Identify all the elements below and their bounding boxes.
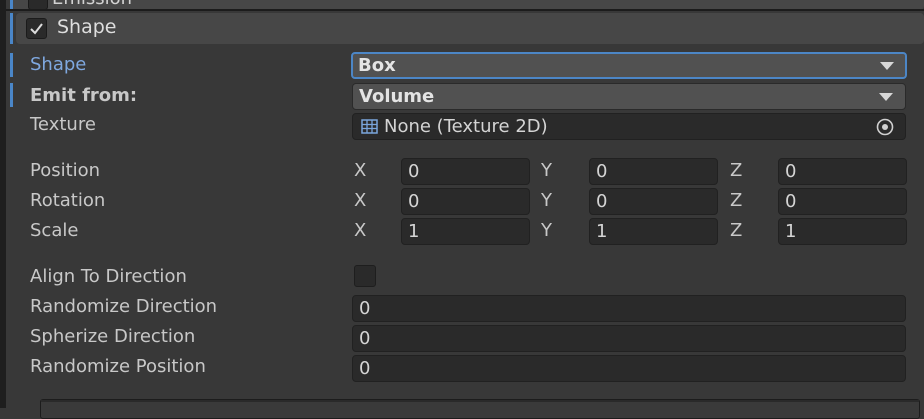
shape-enable-checkbox[interactable] (26, 18, 47, 39)
inspector-left-strip (0, 0, 6, 408)
spherize-direction-label: Spherize Direction (30, 326, 196, 347)
scale-z-field[interactable]: 1 (778, 218, 907, 245)
triangle-down-icon (879, 93, 893, 101)
rotation-x-field[interactable]: 0 (401, 188, 530, 215)
position-z-field[interactable]: 0 (778, 158, 907, 185)
rotation-x-axis-label: X (354, 190, 367, 211)
module-separator (6, 9, 924, 11)
scale-x-axis-label: X (354, 220, 367, 241)
rotation-z-field[interactable]: 0 (778, 188, 907, 215)
position-y-field[interactable]: 0 (589, 158, 718, 185)
spherize-direction-field[interactable]: 0 (352, 325, 906, 352)
scale-y-axis-label: Y (541, 220, 552, 241)
randomize-position-label: Randomize Position (30, 356, 206, 377)
emit-from-dropdown[interactable]: Volume (352, 83, 906, 110)
texture-object-field[interactable]: None (Texture 2D) (352, 113, 906, 140)
emit-from-label: Emit from: (30, 85, 138, 106)
align-to-direction-label: Align To Direction (30, 266, 187, 287)
position-x-axis-label: X (354, 160, 367, 181)
align-to-direction-checkbox[interactable] (354, 265, 376, 287)
rotation-label: Rotation (30, 190, 106, 211)
texture-grid-icon (361, 119, 378, 134)
position-x-field[interactable]: 0 (401, 158, 530, 185)
texture-value: None (Texture 2D) (384, 116, 548, 137)
shape-module-title: Shape (57, 16, 117, 38)
randomize-direction-field[interactable]: 0 (352, 295, 906, 322)
scale-z-axis-label: Z (730, 220, 743, 241)
scale-y-field[interactable]: 1 (589, 218, 718, 245)
rotation-z-axis-label: Z (730, 190, 743, 211)
scene-view-preview-box (40, 399, 920, 419)
rotation-y-field[interactable]: 0 (589, 188, 718, 215)
shape-label: Shape (30, 54, 87, 75)
shape-dropdown-value: Box (358, 55, 396, 76)
rotation-y-axis-label: Y (541, 190, 552, 211)
modified-indicator-module (10, 13, 13, 44)
triangle-down-icon (880, 62, 894, 70)
modified-indicator-emit-from (10, 83, 13, 107)
emit-from-dropdown-value: Volume (359, 86, 435, 107)
position-label: Position (30, 160, 101, 181)
object-picker-icon (876, 118, 894, 136)
object-picker-button[interactable] (867, 114, 905, 139)
position-y-axis-label: Y (541, 160, 552, 181)
emission-module-title: Emission (52, 0, 132, 9)
randomize-position-field[interactable]: 0 (352, 355, 906, 382)
modified-indicator-shape (10, 53, 13, 77)
randomize-direction-label: Randomize Direction (30, 296, 218, 317)
scale-x-field[interactable]: 1 (401, 218, 530, 245)
shape-module-header[interactable]: Shape (16, 13, 924, 44)
scale-label: Scale (30, 220, 79, 241)
checkmark-icon (30, 23, 43, 35)
shape-dropdown[interactable]: Box (351, 52, 907, 79)
texture-label: Texture (30, 114, 96, 135)
position-z-axis-label: Z (730, 160, 743, 181)
